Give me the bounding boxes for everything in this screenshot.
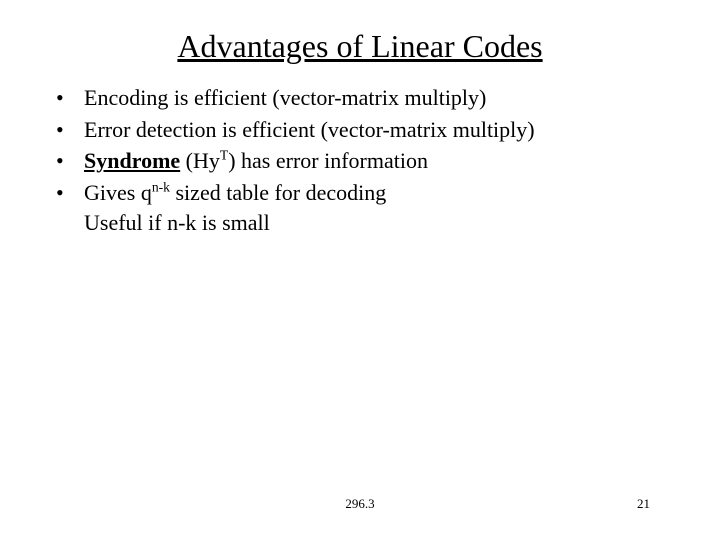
bullet-icon: •: [56, 146, 64, 176]
superscript: n-k: [152, 180, 170, 195]
list-item: • Gives qn-k sized table for decodingUse…: [50, 178, 670, 237]
bullet-icon: •: [56, 178, 64, 208]
slide-title: Advantages of Linear Codes: [0, 0, 720, 65]
syndrome-label: Syndrome: [84, 148, 180, 173]
list-item: • Encoding is efficient (vector-matrix m…: [50, 83, 670, 113]
bullet-text: Error detection is efficient (vector-mat…: [84, 117, 535, 142]
slide-body: • Encoding is efficient (vector-matrix m…: [0, 65, 720, 237]
bullet-text: Gives qn-k sized table for decodingUsefu…: [84, 180, 386, 235]
bullet-list: • Encoding is efficient (vector-matrix m…: [50, 83, 670, 237]
bullet-text: Encoding is efficient (vector-matrix mul…: [84, 85, 486, 110]
list-item: • Error detection is efficient (vector-m…: [50, 115, 670, 145]
footer-center: 296.3: [0, 496, 720, 512]
bullet-icon: •: [56, 115, 64, 145]
list-item: • Syndrome (HyT) has error information: [50, 146, 670, 176]
slide: Advantages of Linear Codes • Encoding is…: [0, 0, 720, 540]
superscript: T: [220, 148, 228, 163]
bullet-icon: •: [56, 83, 64, 113]
bullet-text: Syndrome (HyT) has error information: [84, 148, 428, 173]
page-number: 21: [637, 496, 650, 512]
